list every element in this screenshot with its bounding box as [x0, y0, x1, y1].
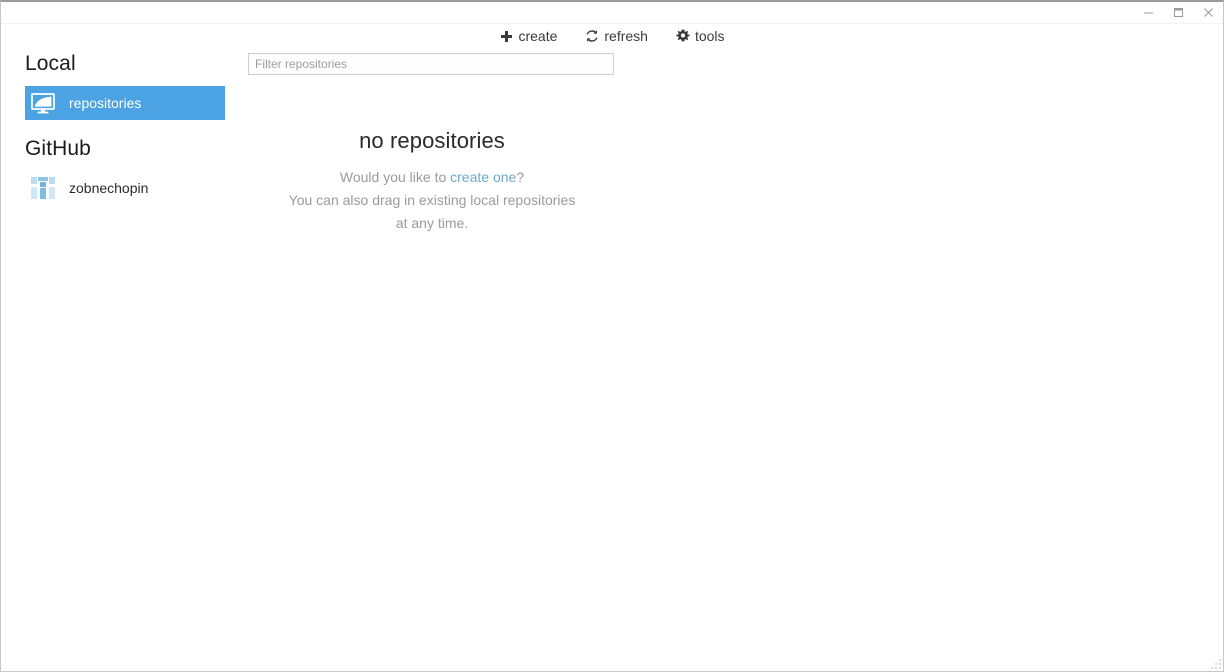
sidebar: Local repositories GitHub zobnechopin: [1, 49, 247, 671]
sidebar-section-heading-github: GitHub: [25, 137, 91, 160]
sidebar-item-account-zobnechopin[interactable]: zobnechopin: [25, 171, 225, 205]
close-button[interactable]: [1193, 2, 1223, 23]
monitor-icon: [28, 90, 58, 116]
empty-state: no repositories Would you like to create…: [248, 128, 616, 235]
window-controls: [1133, 2, 1223, 23]
main-content: no repositories Would you like to create…: [247, 49, 1223, 671]
create-button[interactable]: create: [497, 28, 559, 44]
empty-state-line2: You can also drag in existing local repo…: [288, 192, 576, 209]
maximize-button[interactable]: [1163, 2, 1193, 23]
create-button-label: create: [518, 28, 558, 44]
app-window: create refresh tools Local repositories …: [0, 0, 1224, 672]
tools-button-label: tools: [694, 28, 725, 44]
toolbar: create refresh tools: [1, 23, 1223, 49]
tools-button[interactable]: tools: [674, 28, 727, 44]
minimize-icon: [1143, 7, 1154, 18]
sidebar-item-repositories[interactable]: repositories: [25, 86, 225, 120]
avatar-identicon: [28, 175, 58, 201]
empty-state-description: Would you like to create one? You can al…: [248, 166, 616, 235]
sidebar-item-repositories-label: repositories: [69, 95, 142, 111]
close-icon: [1203, 7, 1214, 18]
empty-state-title: no repositories: [359, 128, 505, 153]
filter-repositories-input[interactable]: [248, 53, 614, 75]
sidebar-section-heading-local: Local: [25, 52, 76, 75]
empty-state-line1-suffix: ?: [516, 169, 525, 186]
resize-grip[interactable]: [1209, 657, 1221, 669]
plus-icon: [499, 29, 513, 43]
maximize-icon: [1173, 7, 1184, 18]
create-one-link[interactable]: create one: [450, 169, 516, 185]
title-bar: [1, 2, 1223, 24]
refresh-button[interactable]: refresh: [583, 28, 650, 44]
refresh-button-label: refresh: [604, 28, 648, 44]
refresh-icon: [585, 29, 599, 43]
minimize-button[interactable]: [1133, 2, 1163, 23]
empty-state-line3: at any time.: [395, 215, 469, 232]
empty-state-line1-prefix: Would you like to: [339, 169, 451, 186]
gear-icon: [676, 29, 690, 43]
sidebar-item-account-label: zobnechopin: [69, 180, 149, 196]
